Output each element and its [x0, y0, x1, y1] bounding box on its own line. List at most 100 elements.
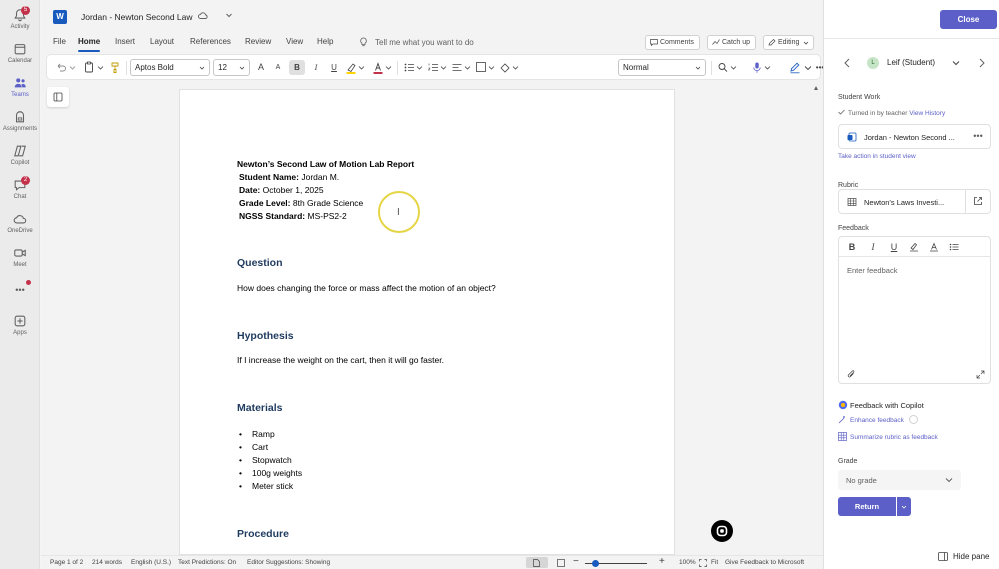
tab-help[interactable]: Help: [317, 37, 333, 46]
format-painter-icon[interactable]: [109, 60, 121, 75]
font-color-icon[interactable]: [929, 242, 939, 252]
borders-icon[interactable]: [475, 60, 487, 75]
word-count[interactable]: 214 words: [92, 559, 122, 566]
tell-me-search[interactable]: Tell me what you want to do: [375, 38, 474, 47]
give-feedback-link[interactable]: Give Feedback to Microsoft: [725, 559, 804, 566]
tab-references[interactable]: References: [190, 37, 231, 46]
dictate-icon[interactable]: [751, 60, 763, 75]
navigation-pane-button[interactable]: [47, 87, 69, 107]
file-more-button[interactable]: •••: [973, 131, 983, 141]
editor-icon[interactable]: [789, 60, 801, 75]
student-work-file[interactable]: Jordan - Newton Second ... •••: [838, 124, 991, 149]
enhance-feedback-button[interactable]: Enhance feedback: [838, 415, 918, 424]
feedback-italic-button[interactable]: I: [868, 242, 878, 252]
numbering-icon[interactable]: [427, 60, 439, 75]
font-color-icon[interactable]: [372, 60, 384, 75]
paste-icon[interactable]: [83, 60, 95, 75]
attach-icon[interactable]: [847, 370, 856, 379]
text-predictions[interactable]: Text Predictions: On: [178, 559, 236, 566]
rail-copilot[interactable]: Copilot: [0, 144, 40, 174]
expand-icon[interactable]: [976, 370, 985, 379]
font-name-select[interactable]: Aptos Bold: [130, 59, 210, 76]
rail-meet[interactable]: Meet: [0, 246, 40, 276]
summarize-rubric-button[interactable]: Summarize rubric as feedback: [838, 432, 938, 441]
bullets-icon[interactable]: [949, 242, 959, 252]
chevron-down-icon[interactable]: [764, 60, 771, 75]
chevron-down-icon[interactable]: [464, 60, 471, 75]
editor-suggestions[interactable]: Editor Suggestions: Showing: [247, 559, 330, 566]
highlighter-icon[interactable]: [909, 242, 919, 252]
enhance-toggle[interactable]: [908, 415, 918, 424]
tab-file[interactable]: File: [53, 37, 66, 46]
language[interactable]: English (U.S.): [131, 559, 171, 566]
font-size-select[interactable]: 12: [213, 59, 250, 76]
shrink-font-button[interactable]: A: [271, 60, 285, 75]
tab-insert[interactable]: Insert: [115, 37, 135, 46]
rail-assignments[interactable]: Assignments: [0, 110, 40, 140]
shading-icon[interactable]: [499, 60, 511, 75]
highlighter-icon[interactable]: [345, 60, 357, 75]
return-options-button[interactable]: [897, 497, 911, 516]
comments-button[interactable]: Comments: [645, 35, 700, 50]
style-select[interactable]: Normal: [618, 59, 706, 76]
chevron-down-icon[interactable]: [69, 60, 76, 75]
vertical-scrollbar[interactable]: [812, 80, 821, 555]
next-student-icon[interactable]: [978, 58, 986, 68]
chevron-down-icon[interactable]: [358, 60, 365, 75]
close-button[interactable]: Close: [940, 10, 997, 29]
feedback-bold-button[interactable]: B: [847, 242, 857, 252]
feedback-editor[interactable]: B I U Enter feedback: [838, 236, 991, 384]
tab-layout[interactable]: Layout: [150, 37, 174, 46]
fit-button[interactable]: Fit: [711, 559, 718, 566]
zoom-out-button[interactable]: −: [573, 556, 579, 567]
chevron-down-icon[interactable]: [97, 60, 104, 75]
chevron-down-icon[interactable]: [488, 60, 495, 75]
scroll-up-arrow-icon[interactable]: [814, 82, 818, 94]
rubric-card[interactable]: Newton's Laws Investi...: [838, 189, 991, 214]
document-title[interactable]: Jordan - Newton Second Law: [81, 12, 193, 22]
chevron-down-icon[interactable]: [512, 60, 519, 75]
rail-apps[interactable]: Apps: [0, 314, 40, 344]
align-icon[interactable]: [451, 60, 463, 75]
rail-chat[interactable]: 2 Chat: [0, 176, 40, 208]
zoom-level[interactable]: 100%: [679, 559, 696, 566]
grow-font-button[interactable]: A: [254, 60, 268, 75]
bullets-icon[interactable]: [403, 60, 415, 75]
rail-calendar[interactable]: Calendar: [0, 42, 40, 72]
find-icon[interactable]: [717, 60, 729, 75]
chevron-down-icon[interactable]: [440, 60, 447, 75]
focus-view-icon[interactable]: [557, 559, 565, 567]
tab-view[interactable]: View: [286, 37, 303, 46]
student-selector[interactable]: L Leif (Student): [858, 52, 972, 74]
editing-mode-button[interactable]: Editing: [763, 35, 815, 50]
chevron-down-icon[interactable]: [730, 60, 737, 75]
take-action-link[interactable]: Take action in student view: [838, 153, 916, 160]
open-external-icon[interactable]: [973, 196, 983, 206]
bold-button[interactable]: B: [289, 60, 305, 75]
feedback-underline-button[interactable]: U: [889, 242, 899, 252]
print-layout-button[interactable]: [526, 557, 548, 568]
tab-review[interactable]: Review: [245, 37, 271, 46]
italic-button[interactable]: I: [309, 60, 323, 75]
rail-activity[interactable]: 5 Activity: [0, 6, 40, 38]
return-button[interactable]: Return: [838, 497, 896, 516]
document-page[interactable]: Newton’s Second Law of Motion Lab Report…: [179, 89, 675, 555]
chevron-down-icon[interactable]: [416, 60, 423, 75]
loop-icon[interactable]: [711, 520, 733, 542]
previous-student-icon[interactable]: [843, 58, 851, 68]
rail-more-button[interactable]: •••: [0, 285, 40, 299]
chevron-down-icon[interactable]: [385, 60, 392, 75]
rail-onedrive[interactable]: OneDrive: [0, 212, 40, 242]
tab-home[interactable]: Home: [78, 37, 100, 46]
chevron-down-icon[interactable]: [225, 11, 233, 19]
zoom-slider-thumb[interactable]: [592, 560, 599, 567]
view-history-link[interactable]: View History: [909, 110, 945, 117]
underline-button[interactable]: U: [327, 60, 341, 75]
rail-teams[interactable]: Teams: [0, 76, 40, 106]
catch-up-button[interactable]: Catch up: [707, 35, 757, 50]
hide-pane-button[interactable]: Hide pane: [938, 552, 989, 561]
collapse-ribbon-icon[interactable]: [803, 64, 813, 72]
zoom-in-button[interactable]: +: [659, 556, 665, 567]
grade-select[interactable]: No grade: [838, 470, 961, 490]
feedback-input[interactable]: Enter feedback: [847, 266, 897, 275]
